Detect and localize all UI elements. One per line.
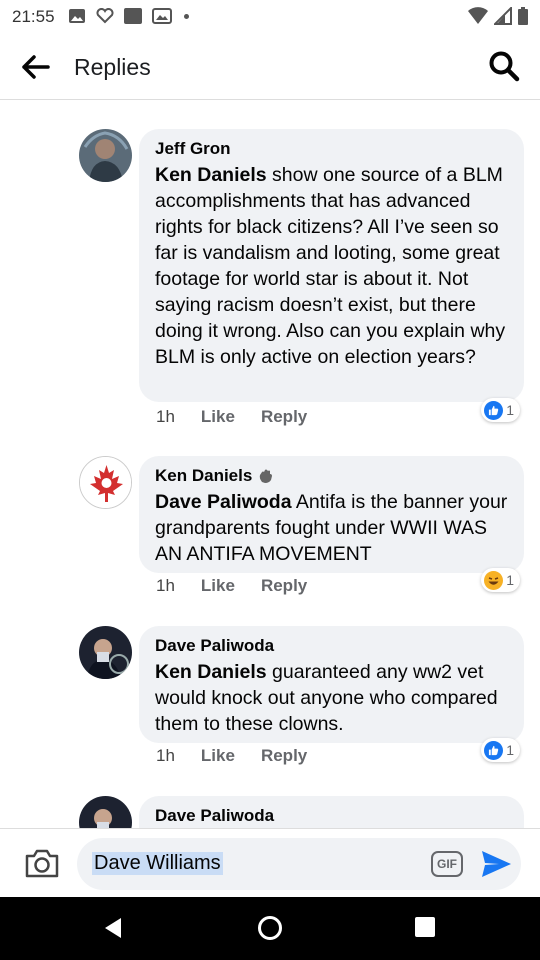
like-button[interactable]: Like [201,407,235,427]
back-arrow-icon[interactable] [20,52,52,82]
comment-actions: 1h Like Reply [156,576,333,596]
comment-actions: 1h Like Reply [156,407,333,427]
status-time: 21:55 [12,7,55,26]
system-icons [468,7,528,25]
author-name[interactable]: Dave Paliwoda [155,635,274,656]
more-notifications-icon [184,13,189,19]
gif-button[interactable]: GIF [431,851,463,877]
mention-link[interactable]: Dave Paliwoda [155,491,292,513]
nav-recents-icon[interactable] [415,917,435,937]
like-button[interactable]: Like [201,576,235,596]
like-button[interactable]: Like [201,746,235,766]
author-name[interactable]: Ken Daniels [155,465,252,486]
reaction-badge[interactable]: 1 [481,568,520,592]
comment-composer: Dave Williams GIF [0,828,540,897]
comment-author[interactable]: Ken Daniels [155,465,508,486]
reaction-badge[interactable]: 1 [481,738,520,762]
comment-bubble: Jeff Gron Ken Daniels show one source of… [139,129,524,402]
comment-author[interactable]: Jeff Gron [155,138,508,159]
comment-text: Dave Paliwoda Antifa is the banner your … [155,489,508,567]
search-icon[interactable] [488,50,520,82]
nav-home-icon[interactable] [258,916,282,940]
status-bar: 21:55 [0,0,540,34]
comment-author[interactable]: Dave Paliwoda [155,805,508,826]
avatar[interactable] [79,796,132,828]
haha-reaction-icon [484,570,504,590]
avatar[interactable] [79,129,132,182]
reply-button[interactable]: Reply [261,746,307,766]
gallery-notification-icon [152,8,172,24]
app-notification-icon [124,8,142,24]
comment-input[interactable]: Dave Williams GIF [77,838,521,890]
avatar[interactable] [79,456,132,509]
system-nav-bar [0,897,540,960]
notification-icons [68,8,189,24]
wave-hand-icon [260,469,273,483]
comment-bubble: Dave Paliwoda [139,796,524,828]
reaction-badge[interactable]: 1 [481,398,520,422]
author-name[interactable]: Jeff Gron [155,138,231,159]
page-title: Replies [74,54,151,80]
wifi-icon [468,7,488,24]
comment-time[interactable]: 1h [156,407,175,427]
nav-back-icon[interactable] [103,917,123,939]
app-bar: Replies [0,34,540,100]
comment-feed[interactable]: Jeff Gron Ken Daniels show one source of… [0,100,540,828]
comment-text: Ken Daniels show one source of a BLM acc… [155,162,508,370]
comment-time[interactable]: 1h [156,576,175,596]
author-name[interactable]: Dave Paliwoda [155,805,274,826]
battery-icon [518,7,528,25]
reaction-count: 1 [506,402,514,418]
camera-icon[interactable] [24,847,60,879]
signal-icon [494,7,512,25]
mention-link[interactable]: Ken Daniels [155,164,267,186]
comment-bubble: Dave Paliwoda Ken Daniels guaranteed any… [139,626,524,743]
mention-link[interactable]: Ken Daniels [155,661,267,683]
comment-time[interactable]: 1h [156,746,175,766]
like-reaction-icon [484,400,504,420]
reply-button[interactable]: Reply [261,407,307,427]
image-notification-icon [69,9,85,23]
avatar[interactable] [79,626,132,679]
reaction-count: 1 [506,742,514,758]
reply-button[interactable]: Reply [261,576,307,596]
comment-input-value[interactable]: Dave Williams [92,852,223,875]
comment-actions: 1h Like Reply [156,746,333,766]
comment-text: Ken Daniels guaranteed any ww2 vet would… [155,659,508,737]
heart-notification-icon [96,8,114,24]
send-icon[interactable] [479,848,513,880]
comment-bubble: Ken Daniels Dave Paliwoda Antifa is the … [139,456,524,573]
reaction-count: 1 [506,572,514,588]
comment-author[interactable]: Dave Paliwoda [155,635,508,656]
comment-body: show one source of a BLM accomplishments… [155,164,506,368]
like-reaction-icon [484,740,504,760]
